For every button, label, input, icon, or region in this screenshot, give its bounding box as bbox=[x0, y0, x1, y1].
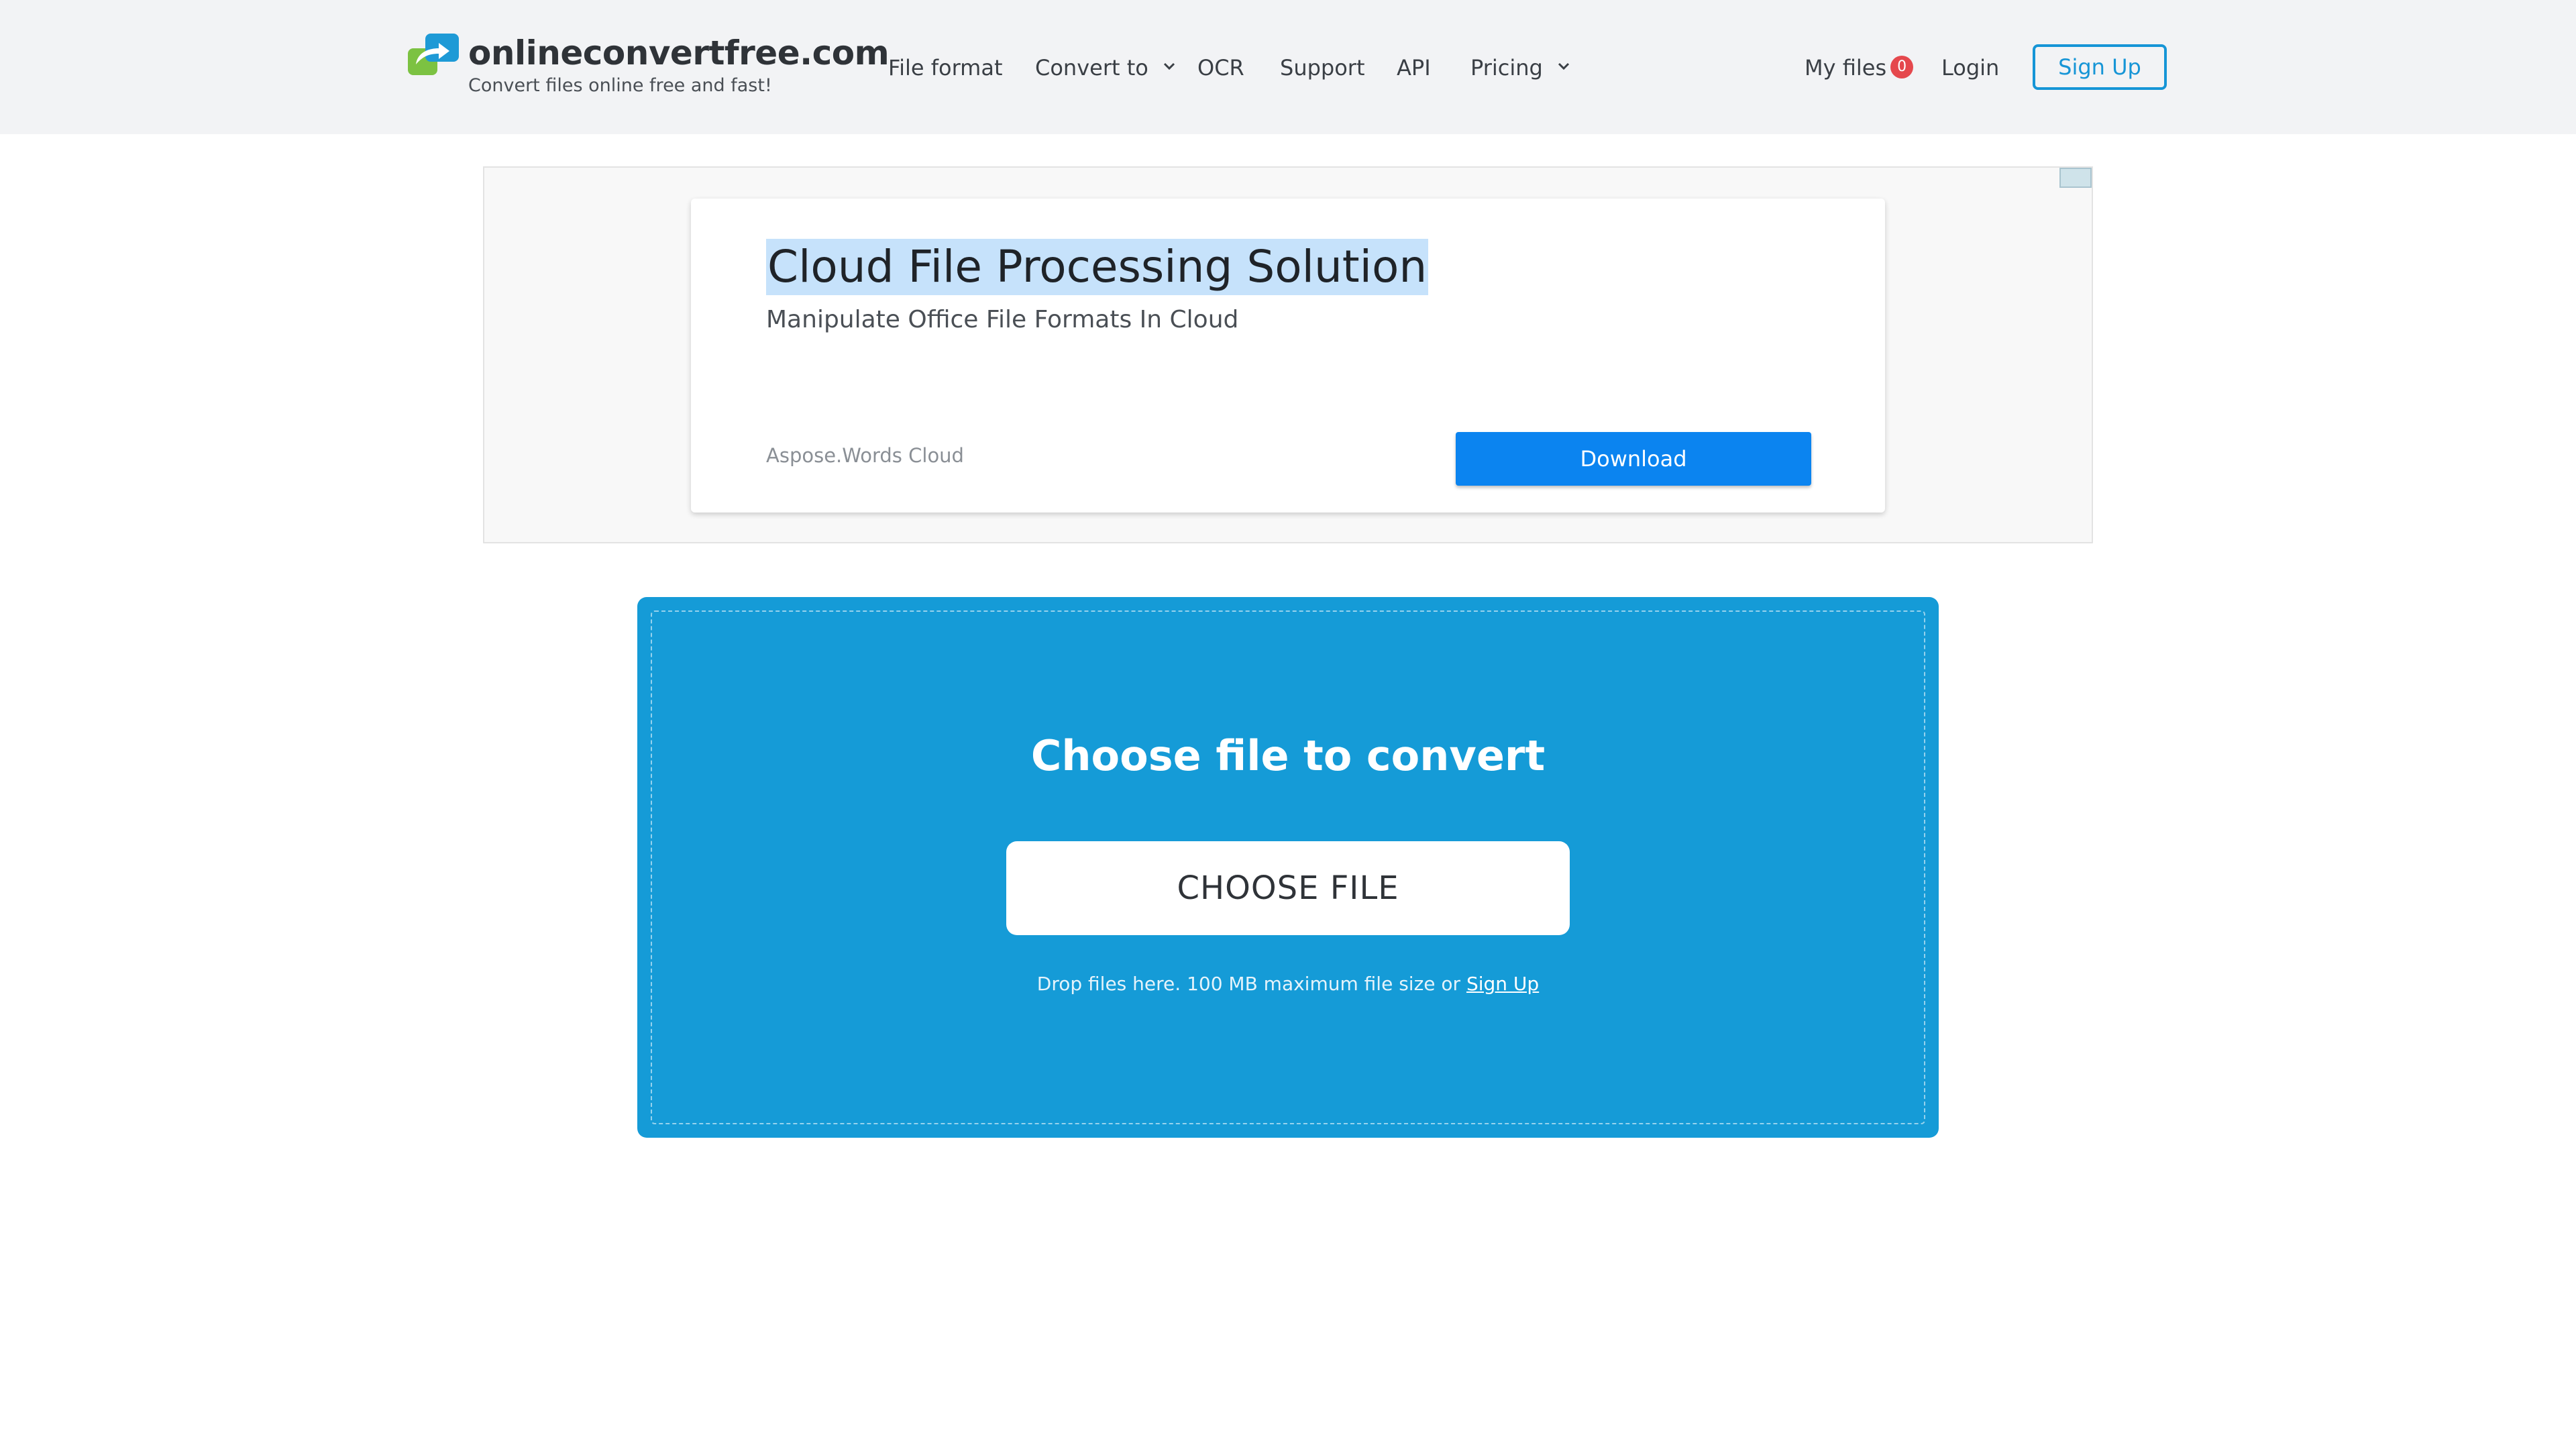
ad-advertiser: Aspose.Words Cloud bbox=[766, 444, 964, 467]
ad-choices-icon[interactable] bbox=[2059, 168, 2092, 188]
nav-my-files-label: My files bbox=[1805, 55, 1887, 80]
chevron-down-icon bbox=[1163, 62, 1175, 70]
nav-convert-to-label: Convert to bbox=[1035, 55, 1148, 80]
signup-button[interactable]: Sign Up bbox=[2033, 44, 2167, 90]
nav-ocr[interactable]: OCR bbox=[1197, 55, 1244, 80]
nav-login[interactable]: Login bbox=[1941, 55, 1999, 80]
site-logo[interactable]: onlineconvertfree.com Convert files onli… bbox=[408, 34, 890, 101]
upload-heading: Choose file to convert bbox=[1030, 731, 1546, 780]
nav-file-format[interactable]: File format bbox=[888, 55, 1002, 80]
choose-file-button[interactable]: CHOOSE FILE bbox=[1006, 841, 1570, 935]
upload-hint-text: Drop files here. 100 MB maximum file siz… bbox=[1036, 973, 1461, 995]
site-tagline: Convert files online free and fast! bbox=[468, 75, 772, 96]
nav-my-files[interactable]: My files 0 bbox=[1805, 55, 1914, 83]
convert-arrows-logo-icon bbox=[408, 34, 459, 75]
ad-title[interactable]: Cloud File Processing Solution bbox=[766, 239, 1429, 295]
site-header: onlineconvertfree.com Convert files onli… bbox=[0, 0, 2576, 134]
ad-download-button[interactable]: Download bbox=[1456, 432, 1811, 486]
ad-subtitle: Manipulate Office File Formats In Cloud bbox=[766, 306, 1239, 333]
ad-card[interactable]: Cloud File Processing Solution Manipulat… bbox=[691, 199, 1885, 513]
nav-api[interactable]: API bbox=[1397, 55, 1431, 80]
nav-convert-to[interactable]: Convert to bbox=[1035, 55, 1175, 80]
upload-hint: Drop files here. 100 MB maximum file siz… bbox=[637, 973, 1939, 995]
file-upload-dropzone[interactable]: Choose file to convert CHOOSE FILE Drop … bbox=[637, 597, 1939, 1138]
nav-pricing[interactable]: Pricing bbox=[1470, 55, 1570, 80]
nav-pricing-label: Pricing bbox=[1470, 55, 1543, 80]
my-files-count-badge: 0 bbox=[1890, 56, 1914, 78]
chevron-down-icon bbox=[1558, 62, 1570, 70]
site-name[interactable]: onlineconvertfree.com bbox=[468, 34, 890, 72]
nav-support[interactable]: Support bbox=[1280, 55, 1365, 80]
upload-signup-link[interactable]: Sign Up bbox=[1466, 973, 1539, 995]
